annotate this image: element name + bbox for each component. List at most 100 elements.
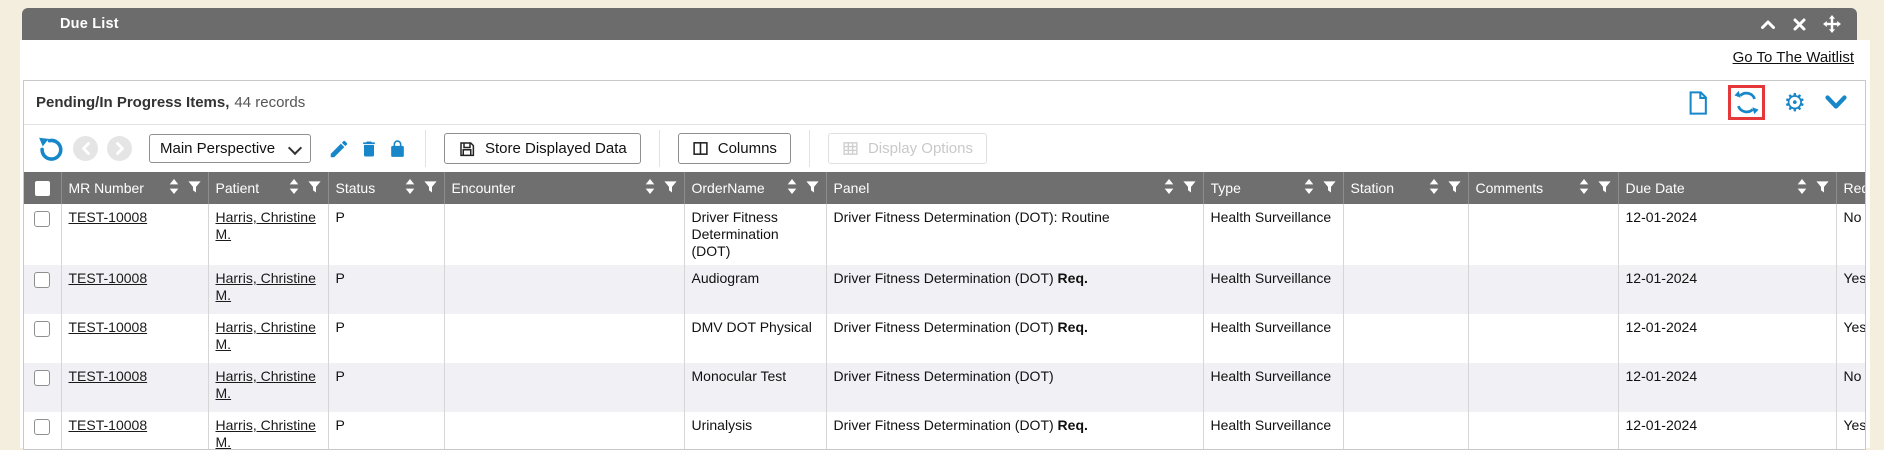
prev-perspective-button[interactable]: [73, 136, 98, 161]
mr-number-link[interactable]: TEST-10008: [69, 368, 148, 384]
due-list-table-wrap: MR Number Patient: [24, 172, 1865, 450]
lock-icon[interactable]: [388, 138, 407, 160]
panel-cell: Driver Fitness Determination (DOT): Rout…: [826, 204, 1203, 265]
column-header-mr[interactable]: MR Number: [61, 172, 208, 204]
mr-number-link[interactable]: TEST-10008: [69, 270, 148, 286]
column-label: Status: [336, 180, 401, 196]
undo-icon[interactable]: [38, 136, 64, 162]
filter-icon[interactable]: [1323, 180, 1336, 196]
row-checkbox[interactable]: [34, 272, 50, 288]
table-header-row: MR Number Patient: [24, 172, 1865, 204]
row-checkbox[interactable]: [34, 419, 50, 435]
filter-icon[interactable]: [1598, 180, 1611, 196]
mr-number-link[interactable]: TEST-10008: [69, 319, 148, 335]
column-header-encounter[interactable]: Encounter: [444, 172, 684, 204]
grid-icon: [842, 140, 859, 157]
filter-icon[interactable]: [1448, 180, 1461, 196]
station-cell: [1343, 204, 1468, 265]
column-label: Comments: [1476, 180, 1575, 196]
column-header-panel[interactable]: Panel: [826, 172, 1203, 204]
gear-icon[interactable]: ⚙: [1784, 90, 1806, 115]
filter-icon[interactable]: [308, 180, 321, 196]
column-label: Req: [1844, 180, 1866, 196]
column-header-status[interactable]: Status: [328, 172, 444, 204]
filter-icon[interactable]: [1183, 180, 1196, 196]
filter-icon[interactable]: [664, 180, 677, 196]
status-cell: P: [328, 265, 444, 314]
column-header-comments[interactable]: Comments: [1468, 172, 1618, 204]
delete-icon[interactable]: [359, 138, 379, 160]
sort-icon[interactable]: [1164, 179, 1174, 197]
type-cell: Health Surveillance: [1203, 412, 1343, 450]
comments-cell: [1468, 265, 1618, 314]
refresh-highlight-box: [1728, 85, 1765, 120]
row-checkbox[interactable]: [34, 321, 50, 337]
filter-icon[interactable]: [188, 180, 201, 196]
sort-icon[interactable]: [787, 179, 797, 197]
mr-number-cell: TEST-10008: [61, 265, 208, 314]
sort-icon[interactable]: [1429, 179, 1439, 197]
select-all-header[interactable]: [24, 172, 61, 204]
panel-req-flag: Req.: [1058, 417, 1088, 433]
row-select-cell: [24, 412, 61, 450]
filter-icon[interactable]: [424, 180, 437, 196]
columns-button[interactable]: Columns: [678, 133, 791, 164]
table-row: TEST-10008 Harris, Christine M. P Monocu…: [24, 363, 1865, 412]
store-displayed-data-button[interactable]: Store Displayed Data: [444, 133, 641, 164]
comments-cell: [1468, 314, 1618, 363]
sort-icon[interactable]: [1579, 179, 1589, 197]
sort-icon[interactable]: [289, 179, 299, 197]
column-header-due_date[interactable]: Due Date: [1618, 172, 1836, 204]
sort-icon[interactable]: [1797, 179, 1807, 197]
column-header-type[interactable]: Type: [1203, 172, 1343, 204]
mr-number-link[interactable]: TEST-10008: [69, 209, 148, 225]
chevron-down-icon[interactable]: [1825, 95, 1847, 110]
column-header-req[interactable]: Req: [1836, 172, 1865, 204]
perspective-select[interactable]: Main Perspective: [149, 134, 311, 163]
patient-link[interactable]: Harris, Christine M.: [216, 417, 316, 450]
collapse-icon[interactable]: [1760, 18, 1776, 30]
go-to-waitlist-link[interactable]: Go To The Waitlist: [1733, 49, 1854, 66]
sort-icon[interactable]: [1304, 179, 1314, 197]
sort-icon[interactable]: [405, 179, 415, 197]
next-perspective-button[interactable]: [107, 136, 132, 161]
edit-icon[interactable]: [328, 138, 350, 160]
column-header-station[interactable]: Station: [1343, 172, 1468, 204]
refresh-icon[interactable]: [1734, 90, 1759, 115]
filter-icon[interactable]: [806, 180, 819, 196]
columns-icon: [692, 140, 709, 157]
patient-link[interactable]: Harris, Christine M.: [216, 368, 316, 401]
due-date-cell: 12-01-2024: [1618, 265, 1836, 314]
window-titlebar[interactable]: Due List: [22, 8, 1857, 40]
order-name-cell: Urinalysis: [684, 412, 826, 450]
move-icon[interactable]: [1823, 15, 1841, 33]
status-cell: P: [328, 204, 444, 265]
select-all-checkbox[interactable]: [35, 181, 50, 196]
table-row: TEST-10008 Harris, Christine M. P Driver…: [24, 204, 1865, 265]
column-header-order_name[interactable]: OrderName: [684, 172, 826, 204]
comments-cell: [1468, 363, 1618, 412]
type-cell: Health Surveillance: [1203, 204, 1343, 265]
column-header-patient[interactable]: Patient: [208, 172, 328, 204]
window-body: Go To The Waitlist Pending/In Progress I…: [20, 40, 1870, 448]
close-icon[interactable]: [1793, 18, 1806, 31]
row-checkbox[interactable]: [34, 370, 50, 386]
mr-number-cell: TEST-10008: [61, 204, 208, 265]
req-cell: Yes: [1836, 314, 1865, 363]
sort-icon[interactable]: [169, 179, 179, 197]
encounter-cell: [444, 412, 684, 450]
filter-icon[interactable]: [1816, 180, 1829, 196]
sort-icon[interactable]: [645, 179, 655, 197]
patient-link[interactable]: Harris, Christine M.: [216, 270, 316, 303]
order-name-cell: DMV DOT Physical: [684, 314, 826, 363]
station-cell: [1343, 314, 1468, 363]
new-document-icon[interactable]: [1687, 91, 1709, 115]
display-options-button[interactable]: Display Options: [828, 133, 987, 164]
panel-text: Driver Fitness Determination (DOT): [834, 417, 1054, 433]
row-checkbox[interactable]: [34, 211, 50, 227]
patient-link[interactable]: Harris, Christine M.: [216, 209, 316, 242]
column-label: MR Number: [69, 180, 165, 196]
encounter-cell: [444, 314, 684, 363]
mr-number-link[interactable]: TEST-10008: [69, 417, 148, 433]
patient-link[interactable]: Harris, Christine M.: [216, 319, 316, 352]
